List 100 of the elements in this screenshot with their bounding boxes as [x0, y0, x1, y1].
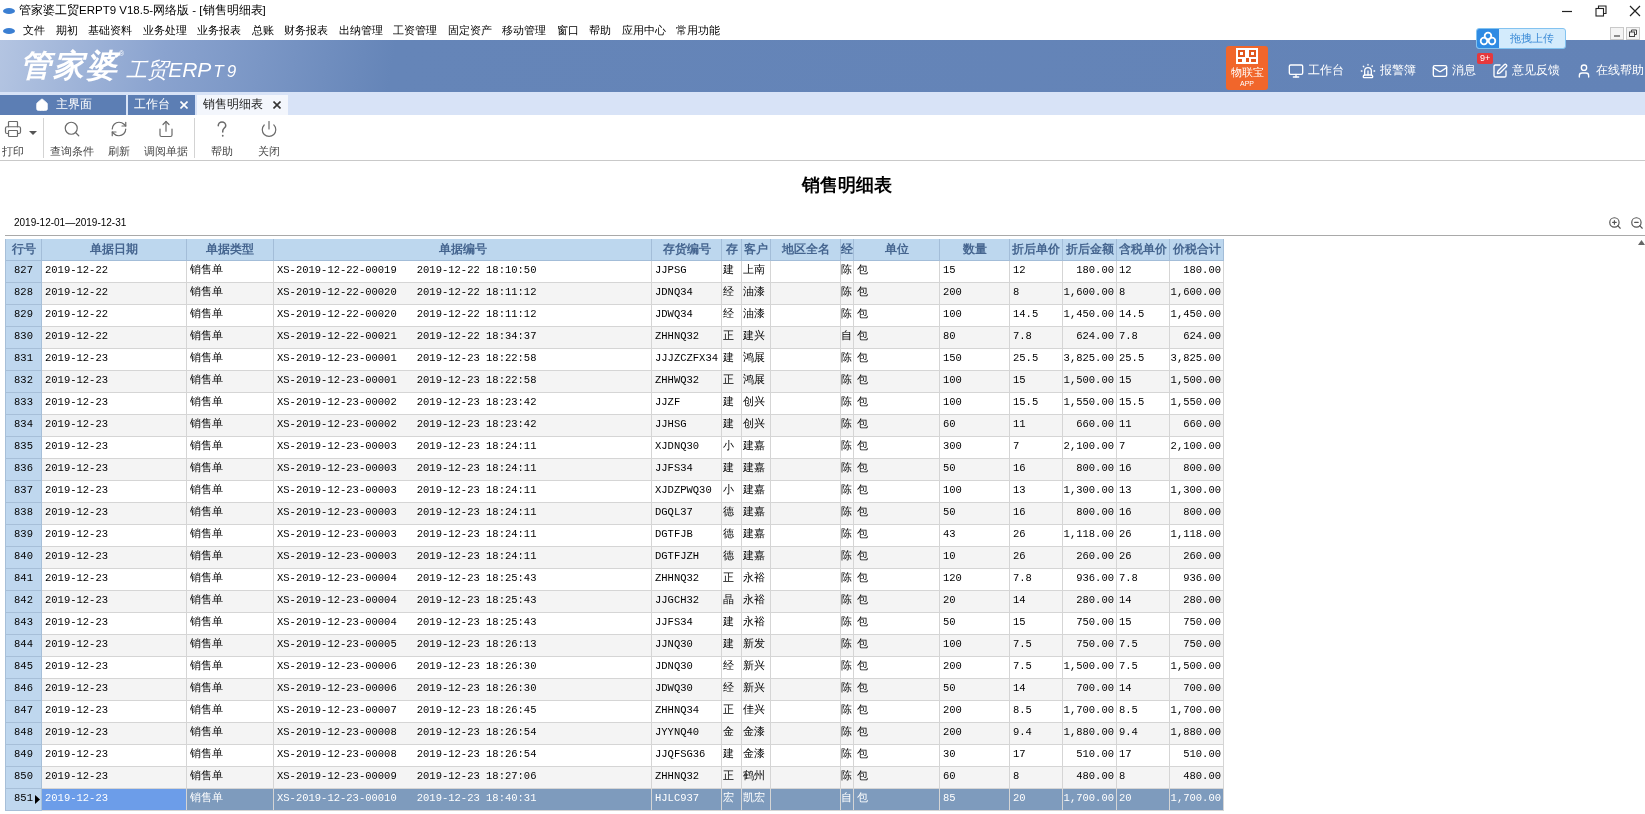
table-row[interactable]: 846 2019-12-23 销售单 XS-2019-12-23-00006 2019-12-23 18:26:30 JDWQ30 经 新兴 陈 包 50 14 700.00 14 700.00	[6, 678, 1224, 701]
menu-item[interactable]: 帮助	[589, 22, 611, 39]
table-cell: 佳兴	[742, 700, 771, 723]
toolbar-button[interactable]: 打印	[2, 117, 37, 158]
table-cell: 建嘉	[742, 480, 771, 503]
table-cell: 13	[1117, 480, 1170, 503]
table-cell: 2019-12-23	[42, 414, 187, 437]
toolbar-button[interactable]: 刷新	[108, 117, 130, 158]
table-row[interactable]: 847 2019-12-23 销售单 XS-2019-12-23-00007 2019-12-23 18:26:45 ZHHNQ34 正 佳兴 陈 包 200 8.5 1,700.00 8.5 1,700.00	[6, 700, 1224, 723]
table-row[interactable]: 844 2019-12-23 销售单 XS-2019-12-23-00005 2019-12-23 18:26:13 JJNQ30 建 新发 陈 包 100 7.5 750.00 7.5 750.00	[6, 634, 1224, 657]
table-row[interactable]: 835 2019-12-23 销售单 XS-2019-12-23-00003 2019-12-23 18:24:11 XJDNQ30 小 建嘉 陈 包 300 7 2,100.00 7 2,100.00	[6, 436, 1224, 459]
close-icon[interactable]	[1629, 4, 1641, 17]
table-row[interactable]: 830 2019-12-22 销售单 XS-2019-12-22-00021 2019-12-22 18:34:37 ZHHNQ32 正 建兴 自 包 80 7.8 624.00 7.8 624.00	[6, 326, 1224, 349]
table-cell: 陈	[841, 722, 854, 745]
table-row[interactable]: 837 2019-12-23 销售单 XS-2019-12-23-00003 2019-12-23 18:24:11 XJDZPWQ30 小 建嘉 陈 包 100 13 1,300.00 13 1,300.00	[6, 480, 1224, 503]
table-row[interactable]: 842 2019-12-23 销售单 XS-2019-12-23-00004 2019-12-23 18:25:43 JJGCH32 晶 永裕 陈 包 20 14 280.00 14 280.00	[6, 590, 1224, 613]
table-cell: 新兴	[742, 678, 771, 701]
menu-item[interactable]: 业务处理	[142, 22, 187, 39]
menu-item[interactable]: 总账	[251, 22, 274, 39]
tab[interactable]: 主界面	[0, 95, 126, 115]
menu-item[interactable]: 财务报表	[284, 22, 328, 39]
table-row[interactable]: 828 2019-12-22 销售单 XS-2019-12-22-00020 2019-12-22 18:11:12 JDNQ34 经 油漆 陈 包 200 8 1,600.00 8 1,600.00	[6, 282, 1224, 305]
zoom-in-icon[interactable]	[1608, 215, 1622, 230]
table-cell: 正	[722, 326, 742, 349]
restore-icon[interactable]	[1595, 4, 1607, 17]
menu-item[interactable]: 常用功能	[676, 22, 720, 39]
menu-item[interactable]: 固定资产	[447, 22, 492, 39]
menu-item[interactable]: 窗口	[556, 22, 579, 39]
document-time: 2019-12-23 18:24:11	[416, 483, 537, 499]
document-time: 2019-12-23 18:22:58	[416, 373, 537, 389]
table-row[interactable]: 834 2019-12-23 销售单 XS-2019-12-23-00002 2019-12-23 18:23:42 JJHSG 建 创兴 陈 包 60 11 660.00 11 660.00	[6, 414, 1224, 437]
table-row[interactable]: 839 2019-12-23 销售单 XS-2019-12-23-00003 2019-12-23 18:24:11 DGTFJB 德 建嘉 陈 包 43 26 1,118.00 26 1,118.00	[6, 524, 1224, 547]
document-number: XS-2019-12-23-00001	[277, 373, 397, 389]
menu-item[interactable]: 基础资料	[88, 22, 132, 39]
table-row[interactable]: 832 2019-12-23 销售单 XS-2019-12-23-00001 2019-12-23 18:22:58 ZHHWQ32 正 鸿展 陈 包 100 15 1,500.00 15 1,500.00	[6, 370, 1224, 393]
table-cell: 1,880.00	[1170, 722, 1224, 745]
logo-subtitle: 工贸ERP	[126, 57, 212, 83]
banner-link[interactable]: 意见反馈	[1492, 62, 1560, 80]
row-number: 830	[14, 329, 33, 345]
table-row[interactable]: 841 2019-12-23 销售单 XS-2019-12-23-00004 2019-12-23 18:25:43 ZHHNQ32 正 永裕 陈 包 120 7.8 936.00 7.8 936.00	[6, 568, 1224, 591]
table-cell: 15	[1010, 612, 1063, 635]
table-row[interactable]: 849 2019-12-23 销售单 XS-2019-12-23-00008 2019-12-23 18:26:54 JJQFSG36 建 金漆 陈 包 30 17 510.00 17 510.00	[6, 744, 1224, 767]
table-cell: 陈	[841, 590, 854, 613]
table-cell: 鸿展	[742, 348, 771, 371]
menu-item[interactable]: 工资管理	[393, 22, 437, 39]
banner-link[interactable]: 报警簿	[1360, 62, 1416, 80]
menu-item[interactable]: 文件	[23, 22, 45, 39]
table-cell: 260.00	[1063, 546, 1117, 569]
table-row[interactable]: 833 2019-12-23 销售单 XS-2019-12-23-00002 2019-12-23 18:23:42 JJZF 建 创兴 陈 包 100 15.5 1,550.00 15.5 1,550.00	[6, 392, 1224, 415]
menu-item[interactable]: 出纳管理	[338, 22, 383, 39]
table-row[interactable]: 836 2019-12-23 销售单 XS-2019-12-23-00003 2019-12-23 18:24:11 JJFS34 建 建嘉 陈 包 50 16 800.00 16 800.00	[6, 458, 1224, 481]
document-number: XS-2019-12-23-00010	[277, 791, 397, 807]
table-row[interactable]: 845 2019-12-23 销售单 XS-2019-12-23-00006 2019-12-23 18:26:30 JDNQ30 经 新兴 陈 包 200 7.5 1,500.00 7.5 1,500.00	[6, 656, 1224, 679]
menu-item[interactable]: 期初	[55, 22, 78, 39]
table-row[interactable]: 850 2019-12-23 销售单 XS-2019-12-23-00009 2019-12-23 18:27:06 ZHHNQ32 正 鹤州 陈 包 60 8 480.00 8 480.00	[6, 766, 1224, 789]
document-number: XS-2019-12-23-00007	[277, 703, 397, 719]
table-cell: 德	[722, 546, 742, 569]
table-cell: 7.5	[1117, 656, 1170, 679]
table-row[interactable]: 829 2019-12-22 销售单 XS-2019-12-22-00020 2019-12-22 18:11:12 JDWQ34 经 油漆 陈 包 100 14.5 1,450.00 14.5 1,450.00	[6, 304, 1224, 327]
banner-link[interactable]: 工作台	[1288, 62, 1344, 80]
banner-link[interactable]: 在线帮助	[1576, 62, 1644, 80]
table-cell: 15.5	[1010, 392, 1063, 415]
tab[interactable]: 销售明细表	[197, 95, 288, 115]
toolbar-button[interactable]: 查询条件	[50, 117, 94, 158]
table-cell: 280.00	[1170, 590, 1224, 613]
table-cell: 宏	[722, 788, 742, 811]
menu-item[interactable]: 移动管理	[502, 22, 546, 39]
table-cell: 德	[722, 524, 742, 547]
table-cell: 销售单	[187, 590, 274, 613]
tab[interactable]: 工作台	[128, 95, 195, 115]
table-cell: 2,100.00	[1170, 436, 1224, 459]
table-cell: 包	[854, 722, 940, 745]
table-cell: 包	[854, 700, 940, 723]
table-cell: 销售单	[187, 348, 274, 371]
table-cell: 1,450.00	[1170, 304, 1224, 327]
toolbar-button[interactable]: 帮助	[211, 117, 233, 158]
toolbar-button[interactable]: 关闭	[258, 117, 280, 158]
zoom-out-icon[interactable]	[1630, 215, 1644, 230]
column-header: 客户	[742, 238, 771, 261]
table-row[interactable]: 848 2019-12-23 销售单 XS-2019-12-23-00008 2019-12-23 18:26:54 JYYNQ40 金 金漆 陈 包 200 9.4 1,880.00 9.4 1,880.00	[6, 722, 1224, 745]
menu-item[interactable]: 业务报表	[197, 22, 241, 39]
table-row[interactable]: 851 2019-12-23 销售单 XS-2019-12-23-00010 2019-12-23 18:40:31 HJLC937 宏 凯宏 自 包 85 20 1,700.00 20 1,700.00	[6, 788, 1224, 811]
table-row[interactable]: 843 2019-12-23 销售单 XS-2019-12-23-00004 2019-12-23 18:25:43 JJFS34 建 永裕 陈 包 50 15 750.00 15 750.00	[6, 612, 1224, 635]
table-row[interactable]: 827 2019-12-22 销售单 XS-2019-12-22-00019 2019-12-22 18:10:50 JJPSG 建 上南 陈 包 15 12 180.00 12 180.00	[6, 260, 1224, 283]
table-cell: 3,825.00	[1063, 348, 1117, 371]
table-cell: 德	[722, 502, 742, 525]
table-cell: 建兴	[742, 326, 771, 349]
table-cell: 7.8	[1010, 326, 1063, 349]
table-cell: 8	[1117, 766, 1170, 789]
menu-item[interactable]: 应用中心	[621, 22, 666, 39]
table-row[interactable]: 831 2019-12-23 销售单 XS-2019-12-23-00001 2019-12-23 18:22:58 JJJZCZFX34 建 鸿展 陈 包 150 25.5 3,825.00 25.5 3,825.00	[6, 348, 1224, 371]
row-pointer-icon	[35, 794, 40, 804]
table-row[interactable]: 838 2019-12-23 销售单 XS-2019-12-23-00003 2019-12-23 18:24:11 DGQL37 德 建嘉 陈 包 50 16 800.00 16 800.00	[6, 502, 1224, 525]
restore-icon[interactable]	[1626, 27, 1640, 40]
table-cell: 建	[722, 348, 742, 371]
table-row[interactable]: 840 2019-12-23 销售单 XS-2019-12-23-00003 2019-12-23 18:24:11 DGTFJZH 德 建嘉 陈 包 10 26 260.00 26 260.00	[6, 546, 1224, 569]
column-header: 单据日期	[42, 238, 187, 261]
close-icon[interactable]	[273, 101, 281, 109]
scroll-up-icon[interactable]	[1638, 240, 1645, 245]
toolbar-button[interactable]: 调阅单据	[144, 117, 188, 158]
